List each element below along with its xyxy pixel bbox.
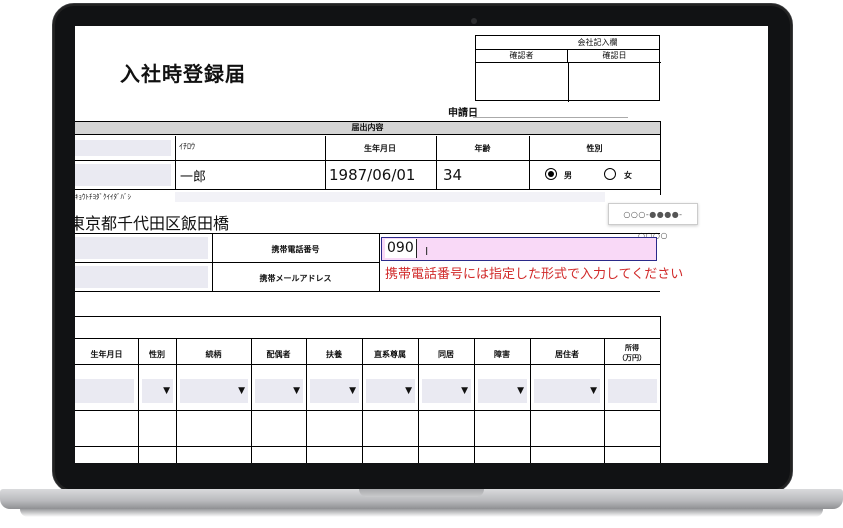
family-gender-select[interactable]: ▼: [142, 379, 173, 403]
family-resident-select[interactable]: ▼: [534, 379, 600, 403]
laptop-notch: [359, 489, 484, 497]
first-name-kana-value[interactable]: ｲﾁﾛｳ: [179, 141, 195, 152]
gender-female-label: 女: [624, 171, 632, 180]
family-col-relation: 続柄: [205, 350, 222, 359]
text-cursor-icon: I: [425, 245, 429, 258]
screen: 入社時登録届 会社記入欄 確認者 確認日 申請日 届出内容 ｲﾁﾛｳ 生年月日 …: [75, 26, 768, 463]
divider: [175, 136, 176, 189]
row-line: [75, 291, 660, 292]
family-col-resident: 居住者: [555, 350, 579, 359]
family-col-income: 所得 （万円）: [604, 343, 660, 363]
age-value: 34: [443, 166, 463, 184]
family-cohabit-select[interactable]: ▼: [422, 379, 471, 403]
family-col-dependent: 扶養: [326, 350, 342, 359]
company-stamp-box: 会社記入欄 確認者 確認日: [475, 35, 661, 102]
mobile-number-input[interactable]: 090: [381, 237, 657, 261]
family-col-gender: 性別: [149, 350, 165, 359]
address-kana-value[interactable]: ｷｮｳﾄﾁﾖﾀﾞｸｲｲﾀﾞﾊﾞｼ: [75, 192, 131, 202]
chevron-down-icon: ▼: [349, 386, 356, 396]
chevron-down-icon: ▼: [461, 386, 468, 396]
row-line: [75, 233, 660, 234]
chevron-down-icon: ▼: [517, 386, 524, 396]
stamp-confirm-date-label: 確認日: [568, 50, 661, 63]
chevron-down-icon: ▼: [238, 386, 245, 396]
row-line: [75, 410, 660, 411]
table-top-border: [75, 338, 660, 339]
apply-date-underline: [473, 117, 628, 118]
laptop-shadow: [20, 509, 823, 517]
address-value[interactable]: 東京都千代田区飯田橋: [75, 210, 229, 234]
family-lineal-select[interactable]: ▼: [366, 379, 415, 403]
last-name-kana-field[interactable]: [75, 140, 171, 156]
family-birth-field[interactable]: [75, 379, 134, 403]
family-disability-select[interactable]: ▼: [478, 379, 527, 403]
divider: [379, 233, 380, 291]
row-line: [75, 262, 379, 263]
income-header-line2: （万円）: [618, 354, 646, 362]
gender-female-radio[interactable]: [604, 168, 616, 180]
table-header-border: [75, 364, 660, 365]
chevron-down-icon: ▼: [405, 386, 412, 396]
address-kana-field[interactable]: [175, 192, 605, 202]
stamp-divider: [568, 63, 569, 102]
last-name-field[interactable]: [75, 164, 171, 186]
right-border: [660, 121, 661, 195]
mobile-mail-label: 携帯メールアドレス: [259, 274, 332, 283]
row-line: [75, 189, 660, 190]
gender-male-radio[interactable]: [545, 168, 557, 180]
phone-side-field[interactable]: [75, 237, 208, 259]
section-header: 届出内容: [75, 121, 660, 135]
stamp-confirmer-label: 確認者: [476, 50, 568, 63]
chevron-down-icon: ▼: [590, 386, 597, 396]
stamp-header: 会社記入欄: [476, 36, 659, 50]
family-col-spouse: 配偶者: [266, 350, 291, 359]
phone-error-message: 携帯電話番号には指定した形式で入力してください: [385, 267, 684, 282]
family-income-field[interactable]: [608, 379, 657, 403]
gender-male-label: 男: [564, 171, 572, 180]
chevron-down-icon: ▼: [163, 386, 170, 396]
family-spouse-select[interactable]: ▼: [255, 379, 303, 403]
mobile-number-label: 携帯電話番号: [271, 245, 320, 254]
family-dependent-select[interactable]: ▼: [310, 379, 359, 403]
row-line: [75, 160, 660, 161]
income-header-line1: 所得: [625, 344, 639, 352]
chevron-down-icon: ▼: [293, 386, 300, 396]
row-line: [75, 446, 660, 447]
birth-date-value[interactable]: 1987/06/01: [329, 166, 415, 184]
age-label: 年齢: [474, 144, 491, 153]
camera-icon: [471, 18, 477, 24]
family-relation-select[interactable]: ▼: [180, 379, 248, 403]
form-title: 入社時登録届: [120, 62, 246, 86]
row-line: [75, 316, 660, 317]
mobile-number-typed[interactable]: 090: [385, 239, 417, 258]
birth-label: 生年月日: [364, 144, 396, 153]
mail-side-field[interactable]: [75, 266, 208, 288]
family-col-cohabit: 同居: [438, 350, 454, 359]
right-border: [660, 316, 661, 463]
family-col-lineal: 直系尊属: [374, 350, 406, 359]
gender-label: 性別: [586, 144, 603, 153]
family-col-birth: 生年月日: [90, 350, 123, 359]
family-col-disability: 障害: [494, 350, 510, 359]
input-format-tooltip: ○○○-●●●●-○○○○: [608, 203, 698, 240]
first-name-value[interactable]: 一郎: [180, 166, 206, 185]
